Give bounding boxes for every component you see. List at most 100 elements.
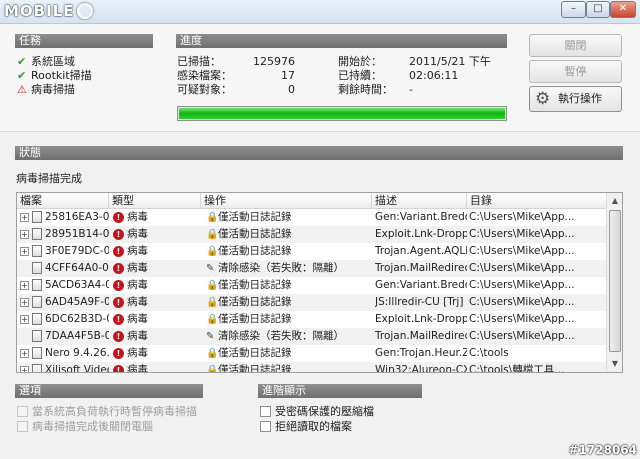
expand-plus-icon[interactable]: + [20,281,29,290]
type-label: 病毒 [127,262,148,274]
log-icon: 🔒 [206,229,219,240]
table-row[interactable]: +25816EA3-0...!病毒🔒僅活動日誌記錄Gen:Variant.Bre… [17,209,607,226]
scan-progress-bar [177,106,507,121]
action-label: 僅活動日誌記錄 [218,347,292,359]
log-icon: 🔒 [206,365,219,373]
cell-type: ! 病毒 [111,209,201,226]
file-icon [32,364,42,372]
checkbox[interactable] [260,406,271,417]
pause-button[interactable]: 暫停 [529,60,622,83]
minimize-button[interactable]: – [561,1,586,18]
expand-plus-icon[interactable]: + [20,366,29,372]
perform-action-button[interactable]: ⚙ 執行操作 [529,86,622,112]
cell-type: ! 病毒 [111,294,201,311]
watermark: #1728064 [568,443,637,457]
file-name: Xilisoft Video... [45,364,109,373]
expand-plus-icon[interactable]: + [20,213,29,222]
type-label: 病毒 [127,228,148,240]
cell-type: ! 病毒 [111,345,201,362]
scroll-thumb[interactable] [609,210,621,352]
table-row[interactable]: +3F0E79DC-0...!病毒🔒僅活動日誌記錄Trojan.Agent.AQ… [17,243,607,260]
virus-icon: ! [113,229,124,240]
cell-file: +3F0E79DC-0... [17,243,109,260]
cell-action: ✎ 清除感染（若失敗：隔離） [203,260,372,277]
cell-file: +28951B14-0... [17,226,109,243]
expand-plus-icon[interactable]: + [20,315,29,324]
cell-file: + Xilisoft Video... [17,362,109,373]
expand-plus-icon[interactable]: + [20,230,29,239]
log-icon: 🔒 [206,246,219,257]
cell-action: ✎ 清除感染（若失敗：隔離） [203,328,372,345]
task-label: Rootkit掃描 [31,69,92,82]
expand-plus-icon[interactable]: + [20,247,29,256]
action-label: 僅活動日誌記錄 [218,313,292,325]
scroll-up-arrow-icon[interactable]: ▲ [608,194,622,208]
type-label: 病毒 [127,347,148,359]
cell-description: Exploit.Lnk-Droppe... [375,228,467,240]
expand-plus-icon[interactable]: + [20,298,29,307]
cell-description: Trojan.MailRedirec... [375,330,467,342]
remaining-label: 剩餘時間： [338,83,393,96]
scan-progress-fill [179,108,505,119]
cell-file: 7DAA4F5B-0... [17,328,109,345]
clean-icon: ✎ [206,263,215,274]
table-row[interactable]: 4CFF64A0-0...!病毒✎清除感染（若失敗：隔離）Trojan.Mail… [17,260,607,277]
top-panel: 任務 ✔ 系統區域 ✔ Rootkit掃描 ⚠ 病毒掃描 進度 已掃描： 125976 感… [0,24,640,132]
column-header-directory[interactable]: 目錄 [467,193,607,209]
table-row[interactable]: 7DAA4F5B-0...!病毒✎清除感染（若失敗：隔離）Trojan.Mail… [17,328,607,345]
close-window-button[interactable]: ✕ [610,1,636,18]
column-header-file[interactable]: 檔案 [17,193,109,209]
action-label: 清除感染（若失敗：隔離） [218,330,344,342]
cell-action: 🔒 僅活動日誌記錄 [203,209,372,226]
option-checkbox-row: 當系統高負荷執行時暫停病毒掃描 [17,405,197,419]
type-label: 病毒 [127,330,148,342]
cell-action: 🔒 僅活動日誌記錄 [203,294,372,311]
file-name: 6DC62B3D-0... [45,313,109,325]
table-row[interactable]: +5ACD63A4-0...!病毒🔒僅活動日誌記錄Gen:Variant.Bre… [17,277,607,294]
close-button[interactable]: 關閉 [529,34,622,57]
table-row[interactable]: +6DC62B3D-0...!病毒🔒僅活動日誌記錄Exploit.Lnk-Dro… [17,311,607,328]
column-header-type[interactable]: 類型 [109,193,201,209]
cell-type: ! 病毒 [111,243,201,260]
checkbox [17,406,28,417]
scanned-label: 已掃描： [177,55,221,68]
expand-plus-icon[interactable]: + [20,349,29,358]
cell-type: ! 病毒 [111,311,201,328]
action-label: 僅活動日誌記錄 [218,228,292,240]
clean-icon: ✎ [206,331,215,342]
virus-icon: ! [113,348,124,359]
infected-value: 17 [281,69,295,82]
column-header-action[interactable]: 操作 [201,193,372,209]
virus-icon: ! [113,314,124,325]
cell-directory: C:\Users\Mike\App... [469,279,575,291]
check-icon: ✔ [17,69,27,82]
action-label: 僅活動日誌記錄 [218,211,292,223]
type-label: 病毒 [127,211,148,223]
advanced-display-header: 進階顯示 [258,384,422,398]
cell-action: 🔒 僅活動日誌記錄 [203,362,372,373]
table-row[interactable]: +6AD45A9F-0...!病毒🔒僅活動日誌記錄JS:Illredir-CU … [17,294,607,311]
option-checkbox-row[interactable]: 受密碼保護的壓縮檔 [260,405,374,419]
table-row[interactable]: +Xilisoft Video...!病毒🔒僅活動日誌記錄Win32:Alure… [17,362,607,373]
action-label: 僅活動日誌記錄 [218,364,292,373]
option-checkbox-row[interactable]: 拒絕讀取的檔案 [260,420,352,434]
type-label: 病毒 [127,364,148,373]
table-scrollbar[interactable]: ▲ ▼ [606,193,622,372]
cell-directory: C:\Users\Mike\App... [469,211,575,223]
cell-description: Trojan.MailRedirec... [375,262,467,274]
virus-icon: ! [113,365,124,372]
table-row[interactable]: +28951B14-0...!病毒 🔒僅活動日誌記錄 Exploit.Lnk-Dro… [17,226,607,243]
log-icon: 🔒 [206,280,219,291]
table-row[interactable]: +Nero 9.4.26.0...!病毒🔒僅活動日誌記錄Gen:Trojan.H… [17,345,607,362]
column-header-description[interactable]: 描述 [372,193,467,209]
virus-icon: ! [113,263,124,274]
type-label: 病毒 [127,313,148,325]
checkbox[interactable] [260,421,271,432]
checkbox-label: 病毒掃描完成後關閉電腦 [32,420,153,433]
infected-label: 感染檔案： [177,69,232,82]
type-label: 病毒 [127,279,148,291]
checkbox-label: 受密碼保護的壓縮檔 [275,405,374,418]
scroll-down-arrow-icon[interactable]: ▼ [608,357,622,371]
maximize-button[interactable]: □ [586,1,610,18]
cell-file: + Nero 9.4.26.0... [17,345,109,362]
